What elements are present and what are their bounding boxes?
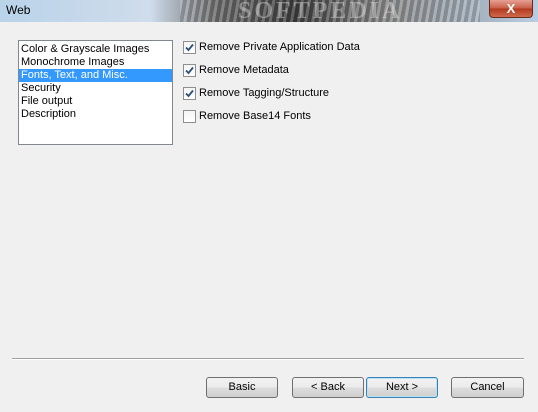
option-label: Remove Base14 Fonts — [199, 110, 311, 122]
category-item-color-grayscale[interactable]: Color & Grayscale Images — [19, 43, 172, 56]
category-list[interactable]: Color & Grayscale Images Monochrome Imag… — [18, 40, 173, 145]
title-bar: SOFTPEDIA Web X — [0, 0, 538, 22]
checkmark-icon — [185, 89, 194, 97]
close-icon: X — [506, 1, 516, 16]
option-remove-private-app-data[interactable]: Remove Private Application Data — [183, 39, 360, 55]
option-remove-base14-fonts[interactable]: Remove Base14 Fonts — [183, 108, 311, 124]
option-remove-tagging-structure[interactable]: Remove Tagging/Structure — [183, 85, 329, 101]
basic-button[interactable]: Basic — [206, 377, 278, 398]
checkbox[interactable] — [183, 109, 196, 123]
window-title: Web — [6, 3, 31, 17]
back-button[interactable]: < Back — [292, 377, 364, 398]
option-label: Remove Private Application Data — [199, 41, 360, 53]
checkmark-icon — [185, 66, 194, 74]
checkbox[interactable] — [183, 40, 196, 54]
category-item-security[interactable]: Security — [19, 82, 172, 95]
footer-separator — [12, 358, 524, 360]
category-item-monochrome[interactable]: Monochrome Images — [19, 56, 172, 69]
checkbox[interactable] — [183, 86, 196, 100]
category-item-description[interactable]: Description — [19, 108, 172, 121]
category-item-file-output[interactable]: File output — [19, 95, 172, 108]
softpedia-watermark: SOFTPEDIA — [238, 0, 403, 22]
cancel-button[interactable]: Cancel — [451, 377, 524, 398]
close-button[interactable]: X — [489, 0, 533, 18]
checkbox[interactable] — [183, 63, 196, 77]
option-remove-metadata[interactable]: Remove Metadata — [183, 62, 289, 78]
option-label: Remove Tagging/Structure — [199, 87, 330, 99]
next-button[interactable]: Next > — [366, 377, 438, 398]
option-label: Remove Metadata — [199, 64, 289, 76]
checkmark-icon — [185, 43, 194, 51]
category-item-fonts-text-misc[interactable]: Fonts, Text, and Misc. — [19, 69, 172, 82]
